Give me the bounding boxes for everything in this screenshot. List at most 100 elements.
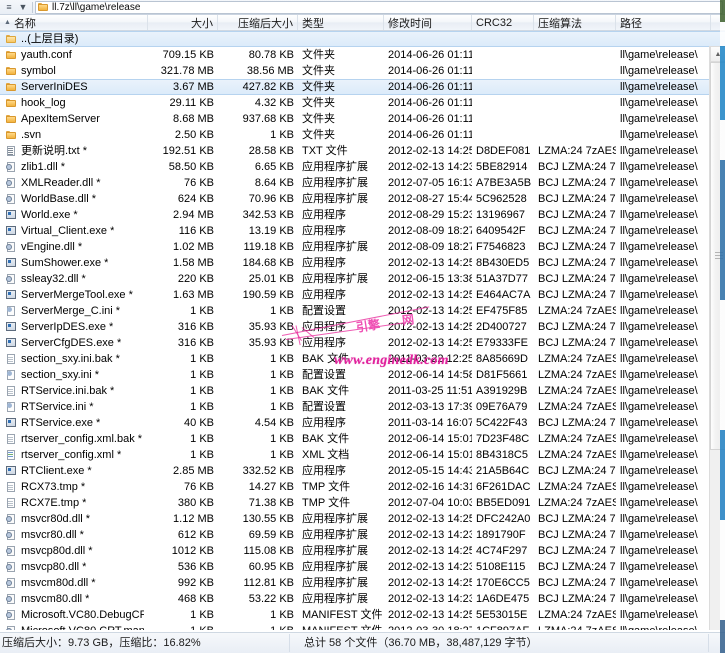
table-row[interactable]: SumShower.exe * 1.58 MB 184.68 KB 应用程序 2012-… (0, 255, 725, 271)
table-row[interactable]: WorldBase.dll * 624 KB 70.96 KB 应用程序扩展 2012-… (0, 191, 725, 207)
table-row[interactable]: ServerIpDES.exe * 316 KB 35.93 KB 应用程序 2012-… (0, 319, 725, 335)
table-row[interactable]: yauth.conf 709.15 KB 80.78 KB 文件夹 2014-06-26… (0, 47, 725, 63)
table-row[interactable]: msvcm80d.dll * 992 KB 112.81 KB 应用程序扩展 2012-… (0, 575, 725, 591)
cell-path: ll\game\release\ (620, 97, 698, 109)
cell-packed-size: 25.01 KB (248, 273, 294, 285)
generic-file-icon (6, 498, 17, 508)
generic-file-icon (6, 386, 17, 396)
column-header-type[interactable]: 类型 (298, 15, 384, 30)
table-row[interactable]: msvcr80.dll * 612 KB 69.59 KB 应用程序扩展 2012-02… (0, 527, 725, 543)
cell-crc32 (472, 47, 534, 63)
menu-icon[interactable]: ≡ (2, 1, 16, 14)
cell-name: RTClient.exe * (0, 463, 148, 479)
cell-packed-size: 53.22 KB (248, 593, 294, 605)
cell-name: World.exe * (0, 207, 148, 223)
table-row[interactable]: symbol 321.78 MB 38.56 MB 文件夹 2014-06-26 01:… (0, 63, 725, 79)
cell-type: 文件夹 (302, 113, 335, 125)
cell-size: 1 KB (190, 305, 214, 317)
cell-modified: 2012-03-30 18:27:... (384, 623, 472, 630)
cell-packed-size: 60.95 KB (248, 561, 294, 573)
cell-crc32 (472, 63, 534, 79)
cell-method (534, 79, 616, 95)
cell-size: 992 KB (177, 577, 214, 589)
table-row[interactable]: msvcp80d.dll * 1012 KB 115.08 KB 应用程序扩展 2012… (0, 543, 725, 559)
table-row[interactable]: .svn 2.50 KB 1 KB 文件夹 2014-06-26 01:11:... ll… (0, 127, 725, 143)
file-name-label: SumShower.exe * (21, 257, 109, 269)
table-row[interactable]: RCX7E.tmp * 380 KB 71.38 KB TMP 文件 2012-07-0… (0, 495, 725, 511)
column-header-row: ▲ 名称 大小 压缩后大小 类型 修改时间 CRC32 压缩算法 路径 (0, 15, 725, 31)
cell-method (534, 31, 616, 47)
address-input[interactable]: ll.7z\ll\game\release (35, 0, 723, 14)
table-row[interactable]: XMLReader.dll * 76 KB 8.64 KB 应用程序扩展 2012-07… (0, 175, 725, 191)
file-name-label: .svn (21, 129, 42, 141)
column-header-modified[interactable]: 修改时间 (384, 15, 472, 30)
cell-method: LZMA:24 7zAES:19 (538, 369, 616, 381)
table-row[interactable]: RTClient.exe * 2.85 MB 332.52 KB 应用程序 2012-0… (0, 463, 725, 479)
library-icon (6, 242, 17, 252)
table-row[interactable]: Microsoft.VC80.DebugCRT.... 1 KB 1 KB MANIF… (0, 607, 725, 623)
library-icon (6, 594, 17, 604)
table-row[interactable]: ApexItemServer 8.68 MB 937.68 KB 文件夹 2014-06… (0, 111, 725, 127)
cell-path: ll\game\release\ (620, 257, 698, 269)
table-row[interactable]: ServerCfgDES.exe * 316 KB 35.93 KB 应用程序 2012… (0, 335, 725, 351)
cell-path: ll\game\release\ (620, 449, 698, 461)
cell-size (148, 31, 218, 47)
cell-size: 1 KB (190, 369, 214, 381)
table-row[interactable]: RTService.ini * 1 KB 1 KB 配置设置 2012-03-13 17… (0, 399, 725, 415)
column-header-packed-size[interactable]: 压缩后大小 (218, 15, 298, 30)
table-row[interactable]: msvcr80d.dll * 1.12 MB 130.55 KB 应用程序扩展 2012… (0, 511, 725, 527)
cell-method: BCJ LZMA:24 7z... (538, 289, 616, 301)
table-row[interactable]: Microsoft.VC80.CRT.manifes...1 KB1 KBMAN… (0, 623, 725, 630)
cell-size: 76 KB (184, 177, 214, 189)
cell-path: ll\game\release\ (620, 49, 698, 61)
table-row[interactable]: ServerMerge_C.ini * 1 KB 1 KB 配置设置 2012-02-1… (0, 303, 725, 319)
table-row[interactable]: msvcp80.dll * 536 KB 60.95 KB 应用程序扩展 2012-02… (0, 559, 725, 575)
cell-name: RTService.exe * (0, 415, 148, 431)
table-row[interactable]: ssleay32.dll * 220 KB 25.01 KB 应用程序扩展 2012-0… (0, 271, 725, 287)
table-row[interactable]: section_sxy.ini * 1 KB 1 KB 配置设置 2012-06-14 … (0, 367, 725, 383)
table-row[interactable]: ..(上层目录) (0, 31, 725, 47)
table-row[interactable]: msvcm80.dll * 468 KB 53.22 KB 应用程序扩展 2012-02… (0, 591, 725, 607)
table-row[interactable]: hook_log 29.11 KB 4.32 KB 文件夹 2014-06-26 01:… (0, 95, 725, 111)
cell-type: 应用程序扩展 (302, 193, 368, 205)
cell-name: ServerIniDES (0, 79, 148, 95)
column-header-crc32[interactable]: CRC32 (472, 15, 534, 30)
table-row[interactable]: vEngine.dll * 1.02 MB 119.18 KB 应用程序扩展 2012-… (0, 239, 725, 255)
chevron-down-icon[interactable]: ▼ (16, 1, 30, 14)
table-row[interactable]: World.exe * 2.94 MB 342.53 KB 应用程序 2012-08-2… (0, 207, 725, 223)
table-row[interactable]: ServerIniDES 3.67 MB 427.82 KB 文件夹 2014-06-2… (0, 79, 725, 95)
table-row[interactable]: ServerMergeTool.exe * 1.63 MB 190.59 KB 应用程… (0, 287, 725, 303)
table-row[interactable]: RTService.ini.bak * 1 KB 1 KB BAK 文件 2011-03… (0, 383, 725, 399)
table-row[interactable]: rtserver_config.xml.bak * 1 KB 1 KB BAK 文件 2… (0, 431, 725, 447)
cell-method: BCJ LZMA:24 7z... (538, 161, 616, 173)
library-icon (6, 530, 17, 540)
file-name-label: rtserver_config.xml * (21, 449, 122, 461)
cell-type: 文件夹 (302, 49, 335, 61)
cell-crc32: EF475F85 (476, 305, 528, 317)
cell-crc32: 5E53015E (476, 609, 528, 621)
cell-method: LZMA:24 7zAES:19 (538, 305, 616, 317)
cell-type: 文件夹 (302, 65, 335, 77)
toolbar-divider (32, 1, 33, 13)
column-header-name[interactable]: ▲ 名称 (0, 15, 148, 30)
table-row[interactable]: 更新说明.txt * 192.51 KB 28.58 KB TXT 文件 2012-02… (0, 143, 725, 159)
cell-size: 1 KB (190, 609, 214, 621)
column-header-method[interactable]: 压缩算法 (534, 15, 616, 30)
cell-name: ServerCfgDES.exe * (0, 335, 148, 351)
cell-method: LZMA:24 7zAES:19 (538, 497, 616, 509)
table-row[interactable]: rtserver_config.xml * 1 KB 1 KB XML 文档 2012-… (0, 447, 725, 463)
column-header-path[interactable]: 路径 (616, 15, 711, 30)
text-file-icon (6, 146, 17, 156)
cell-packed-size: 1 KB (270, 609, 294, 621)
table-row[interactable]: RTService.exe * 40 KB 4.54 KB 应用程序 2011-03-1… (0, 415, 725, 431)
table-row[interactable]: zlib1.dll * 58.50 KB 6.65 KB 应用程序扩展 2012-02-… (0, 159, 725, 175)
file-list[interactable]: ..(上层目录) yauth.conf 709.15 KB 80.78 KB 文件夹 20… (0, 31, 725, 630)
cell-path: ll\game\release\ (620, 129, 698, 141)
table-row[interactable]: section_sxy.ini.bak * 1 KB 1 KB BAK 文件 2011-… (0, 351, 725, 367)
cell-modified: 2012-06-14 14:58:... (388, 369, 472, 381)
cell-modified: 2011-03-14 16:07:... (388, 417, 472, 429)
table-row[interactable]: Virtual_Client.exe * 116 KB 13.19 KB 应用程序 20… (0, 223, 725, 239)
cell-path: ll\game\release\ (620, 337, 698, 349)
table-row[interactable]: RCX73.tmp * 76 KB 14.27 KB TMP 文件 2012-02-16… (0, 479, 725, 495)
column-header-size[interactable]: 大小 (148, 15, 218, 30)
